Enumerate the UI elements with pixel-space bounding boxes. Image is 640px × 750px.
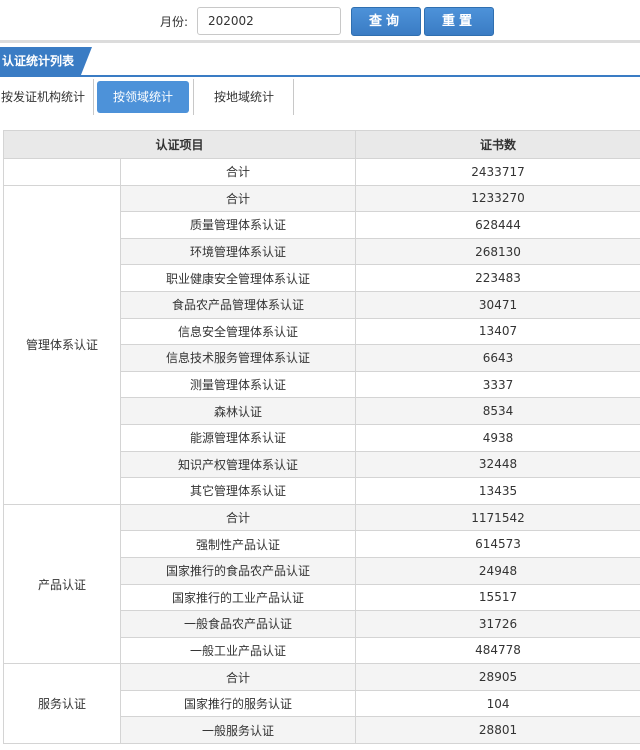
row-value: 4938	[355, 423, 640, 452]
row-label: 一般食品农产品认证	[119, 610, 357, 638]
month-label: 月份:	[160, 15, 189, 29]
row-value: 1171542	[355, 503, 640, 532]
section-header: 认证统计列表	[0, 47, 640, 77]
grand-total-value: 2433717	[355, 158, 640, 186]
stats-table-container: 认证项目 证书数 合计 2433717 管理体系认证 合计 1233270 质量管理体…	[2, 130, 640, 745]
header-count: 证书数	[355, 130, 640, 159]
row-label: 其它管理体系认证	[119, 477, 357, 505]
row-value: 28801	[355, 716, 640, 745]
row-label: 强制性产品认证	[119, 530, 357, 558]
row-label: 一般工业产品认证	[119, 636, 357, 665]
group-name: 管理体系认证	[3, 184, 121, 505]
reset-button[interactable]: 重置	[424, 7, 494, 36]
row-label: 质量管理体系认证	[119, 211, 357, 239]
row-label: 国家推行的服务认证	[119, 689, 357, 718]
row-label: 信息技术服务管理体系认证	[119, 344, 357, 372]
row-value: 104	[355, 689, 640, 718]
row-label: 信息安全管理体系认证	[119, 317, 357, 346]
group-name: 产品认证	[3, 503, 121, 665]
table-header-row: 认证项目 证书数	[2, 130, 640, 159]
query-button[interactable]: 查询	[351, 7, 421, 36]
row-label: 食品农产品管理体系认证	[119, 290, 357, 319]
section-title: 认证统计列表	[0, 47, 92, 75]
row-value: 32448	[355, 450, 640, 479]
table-body: 合计 2433717 管理体系认证 合计 1233270 质量管理体系认证 628444…	[3, 158, 640, 745]
row-label: 环境管理体系认证	[119, 237, 357, 266]
table-row: 产品认证 合计 1171542	[3, 503, 640, 665]
row-label: 合计	[119, 184, 357, 213]
row-label: 国家推行的工业产品认证	[119, 583, 357, 612]
row-value: 3337	[355, 370, 640, 399]
tab-by-issuer[interactable]: 按发证机构统计	[0, 81, 93, 113]
row-value: 31726	[355, 610, 640, 638]
search-bar: 月份: 查询 重置	[0, 0, 640, 40]
table-row: 合计 2433717	[3, 158, 640, 186]
tab-by-field[interactable]: 按领域统计	[97, 81, 189, 113]
header-item: 认证项目	[2, 130, 357, 159]
row-label: 森林认证	[119, 397, 357, 425]
row-label: 国家推行的食品农产品认证	[119, 556, 357, 585]
grand-total-label: 合计	[119, 158, 357, 186]
row-value: 628444	[355, 211, 640, 239]
row-label: 合计	[119, 663, 357, 691]
tab-by-region[interactable]: 按地域统计	[196, 81, 292, 113]
row-value: 614573	[355, 530, 640, 558]
row-value: 30471	[355, 290, 640, 319]
row-value: 28905	[355, 663, 640, 691]
row-value: 13435	[355, 477, 640, 505]
stats-table: 认证项目 证书数 合计 2433717 管理体系认证 合计 1233270 质量管理体…	[2, 130, 640, 745]
group-name: 服务认证	[3, 663, 121, 745]
row-value: 1233270	[355, 184, 640, 213]
row-value: 15517	[355, 583, 640, 612]
tab-divider	[193, 79, 194, 115]
row-label: 职业健康安全管理体系认证	[119, 264, 357, 292]
month-input[interactable]	[197, 7, 341, 35]
tab-divider	[93, 79, 94, 115]
row-value: 484778	[355, 636, 640, 665]
table-row: 管理体系认证 合计 1233270	[3, 184, 640, 505]
row-label: 能源管理体系认证	[119, 423, 357, 452]
row-value: 24948	[355, 556, 640, 585]
grand-total-group	[3, 158, 121, 186]
section-divider	[0, 40, 640, 43]
table-row: 服务认证 合计 28905	[3, 663, 640, 745]
row-value: 13407	[355, 317, 640, 346]
row-value: 8534	[355, 397, 640, 425]
tab-divider	[293, 79, 294, 115]
row-value: 223483	[355, 264, 640, 292]
row-value: 6643	[355, 344, 640, 372]
row-label: 测量管理体系认证	[119, 370, 357, 399]
row-label: 一般服务认证	[119, 716, 357, 745]
row-label: 知识产权管理体系认证	[119, 450, 357, 479]
tab-bar: 按发证机构统计 按领域统计 按地域统计	[0, 77, 640, 117]
row-label: 合计	[119, 503, 357, 532]
row-value: 268130	[355, 237, 640, 266]
